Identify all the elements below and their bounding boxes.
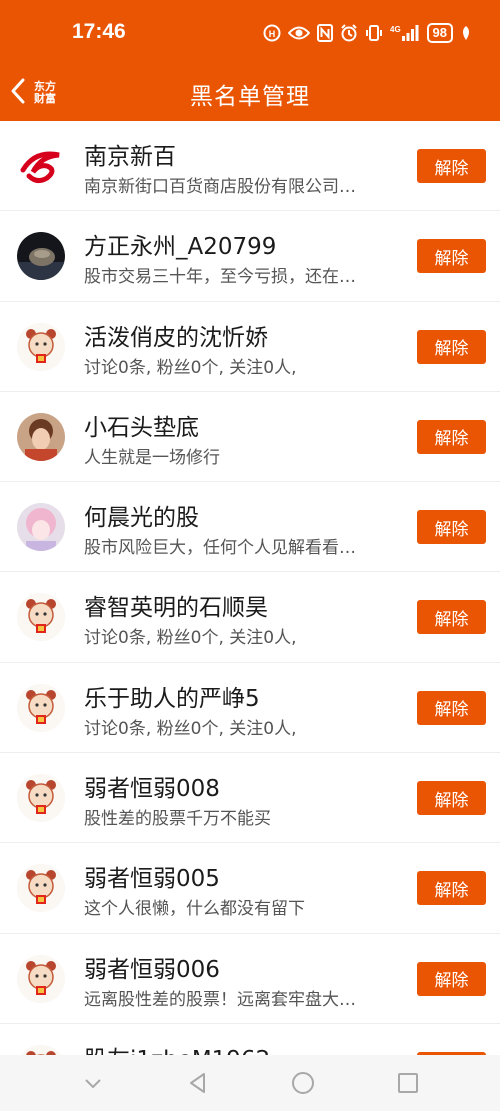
eye-icon <box>287 25 310 41</box>
nfc-hd-icon: H <box>263 24 281 42</box>
unblock-button[interactable]: 解除 <box>417 419 486 454</box>
list-item[interactable]: 活泼俏皮的沈忻娇讨论0条, 粉丝0个, 关注0人, 解除 <box>0 302 500 392</box>
home-circle-icon[interactable] <box>283 1063 323 1103</box>
user-name[interactable]: 睿智英明的石顺昊 <box>84 588 268 622</box>
status-time: 17:46 <box>72 20 126 43</box>
alarm-icon <box>340 24 358 42</box>
list-item[interactable]: 南京新百南京新街口百货商店股份有限公司… 解除 <box>0 121 500 212</box>
page-title: 黑名单管理 <box>190 84 310 110</box>
avatar[interactable] <box>17 593 65 642</box>
unblock-button[interactable]: 解除 <box>417 329 486 364</box>
list-item[interactable]: 方正永州_A20799 股市交易三十年，至今亏损，还在… 解除 <box>0 211 500 302</box>
svg-text:H: H <box>268 29 275 39</box>
recents-square-icon[interactable] <box>388 1063 428 1103</box>
user-description: 股市风险巨大，任何个人见解看看… <box>84 538 356 559</box>
unblock-button[interactable]: 解除 <box>417 871 486 906</box>
avatar[interactable] <box>17 864 65 913</box>
avatar[interactable] <box>17 142 65 190</box>
status-bar: 17:46 H 4G 98 <box>0 0 500 65</box>
unblock-button[interactable]: 解除 <box>417 239 486 274</box>
user-name[interactable]: 弱者恒弱006 <box>84 950 220 984</box>
system-nav-bar <box>0 1055 500 1111</box>
list-item[interactable]: 何晨光的股股市风险巨大，任何个人见解看看… 解除 <box>0 482 500 573</box>
user-name[interactable]: 小石头垫底 <box>84 408 199 442</box>
user-description: 股性差的股票千万不能买 <box>84 809 271 830</box>
list-item[interactable]: 弱者恒弱005 这个人很懒，什么都没有留下 解除 <box>0 843 500 934</box>
user-description: 股市交易三十年，至今亏损，还在… <box>84 267 356 288</box>
unblock-button[interactable]: 解除 <box>417 690 486 725</box>
list-item[interactable]: 睿智英明的石顺昊讨论0条, 粉丝0个, 关注0人, 解除 <box>0 572 500 663</box>
user-name[interactable]: 何晨光的股 <box>84 498 199 532</box>
unblock-button[interactable]: 解除 <box>417 781 486 816</box>
user-description: 人生就是一场修行 <box>84 447 220 468</box>
avatar[interactable] <box>17 1044 65 1055</box>
chevron-down-icon[interactable] <box>73 1063 113 1103</box>
list-item[interactable]: 乐于助人的严峥5 讨论0条, 粉丝0个, 关注0人, 解除 <box>0 663 500 754</box>
user-name[interactable]: 弱者恒弱005 <box>84 859 220 893</box>
unblock-button[interactable]: 解除 <box>417 961 486 996</box>
battery-icon: 98 <box>426 23 453 43</box>
leaf-icon <box>460 25 472 41</box>
user-description: 远离股性差的股票！远离套牢盘大… <box>84 989 356 1010</box>
avatar[interactable] <box>17 412 65 461</box>
unblock-button[interactable]: 解除 <box>417 510 486 545</box>
user-description: 讨论0条, 粉丝0个, 关注0人, <box>84 718 297 739</box>
user-description: 讨论0条, 粉丝0个, 关注0人, <box>84 628 297 649</box>
back-triangle-icon[interactable] <box>178 1063 218 1103</box>
list-item[interactable]: 弱者恒弱006 远离股性差的股票！远离套牢盘大… 解除 <box>0 934 500 1024</box>
n-icon <box>316 24 333 42</box>
vibrate-icon <box>365 24 383 42</box>
avatar[interactable] <box>17 954 65 1003</box>
user-description: 南京新街口百货商店股份有限公司… <box>84 177 356 197</box>
user-name[interactable]: 乐于助人的严峥5 <box>84 679 260 713</box>
list-item[interactable]: 小石头垫底人生就是一场修行 解除 <box>0 392 500 483</box>
avatar[interactable] <box>17 232 65 281</box>
svg-text:4G: 4G <box>390 25 401 34</box>
list-item[interactable]: 股友i1zheM1962解除 <box>0 1024 500 1055</box>
list-item[interactable]: 弱者恒弱008 股性差的股票千万不能买 解除 <box>0 753 500 844</box>
status-icons: H 4G 98 <box>263 22 472 44</box>
avatar[interactable] <box>17 683 65 732</box>
user-description: 讨论0条, 粉丝0个, 关注0人, <box>84 357 297 378</box>
blacklist-list: 南京新百 南京新街口百货商店股份有限公司… 解除 方正永州_A20799 股市交易三十年… <box>0 121 500 1055</box>
avatar[interactable] <box>17 503 65 552</box>
user-name[interactable]: 南京新百 <box>84 137 176 171</box>
avatar[interactable] <box>17 322 65 371</box>
avatar[interactable] <box>17 774 65 823</box>
unblock-button[interactable]: 解除 <box>417 149 486 183</box>
user-name[interactable]: 活泼俏皮的沈忻娇 <box>84 318 268 352</box>
user-description: 这个人很懒，什么都没有留下 <box>84 899 305 920</box>
user-name[interactable]: 方正永州_A20799 <box>84 227 276 261</box>
signal-4g-icon: 4G <box>390 24 420 42</box>
user-name[interactable]: 弱者恒弱008 <box>84 769 220 803</box>
user-name[interactable]: 股友i1zheM1962 <box>84 1040 270 1055</box>
unblock-button[interactable]: 解除 <box>417 600 486 635</box>
header-bar: 东方 财富 黑名单管理 <box>0 65 500 121</box>
